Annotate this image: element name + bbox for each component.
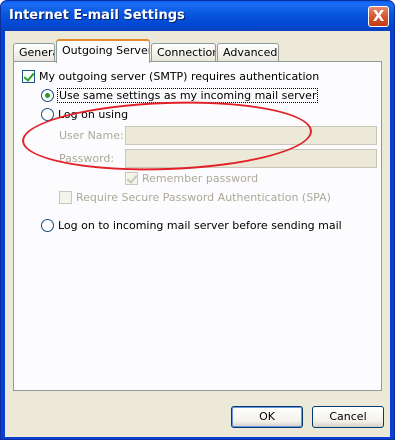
window-title: Internet E-mail Settings <box>9 8 185 23</box>
tab-outgoing-server[interactable]: Outgoing Server <box>56 39 150 63</box>
require-spa-label: Require Secure Password Authentication (… <box>76 191 331 204</box>
tab-connection[interactable]: Connection <box>151 43 216 62</box>
password-label: Password: <box>59 152 115 165</box>
log-on-using-label: Log on using <box>58 108 129 121</box>
same-settings-row[interactable]: Use same settings as my incoming mail se… <box>41 88 319 103</box>
log-on-incoming-radio[interactable] <box>41 219 54 232</box>
requires-auth-checkbox[interactable] <box>22 70 35 83</box>
log-on-incoming-row[interactable]: Log on to incoming mail server before se… <box>41 219 342 232</box>
cancel-button[interactable]: Cancel <box>312 406 384 428</box>
close-button[interactable]: X <box>368 6 389 27</box>
user-name-field[interactable] <box>125 126 377 145</box>
dialog-window: Internet E-mail Settings X General Outgo… <box>0 0 395 440</box>
password-field[interactable] <box>125 149 377 168</box>
outgoing-server-panel: My outgoing server (SMTP) requires authe… <box>13 61 382 391</box>
close-icon: X <box>372 7 385 25</box>
requires-auth-row[interactable]: My outgoing server (SMTP) requires authe… <box>22 70 319 83</box>
log-on-incoming-label: Log on to incoming mail server before se… <box>58 219 342 232</box>
title-bar[interactable]: Internet E-mail Settings X <box>1 1 394 31</box>
remember-password-label: Remember password <box>142 172 259 185</box>
tab-general[interactable]: General <box>13 43 55 62</box>
requires-auth-label: My outgoing server (SMTP) requires authe… <box>39 70 320 83</box>
remember-password-row[interactable]: Remember password <box>125 172 258 185</box>
ok-button[interactable]: OK <box>231 406 303 428</box>
dialog-client: General Outgoing Server Connection Advan… <box>5 31 390 437</box>
user-name-label: User Name: <box>59 129 124 142</box>
tab-advanced[interactable]: Advanced <box>217 43 279 62</box>
same-settings-label: Use same settings as my incoming mail se… <box>56 88 319 103</box>
require-spa-row[interactable]: Require Secure Password Authentication (… <box>59 191 331 204</box>
log-on-using-row[interactable]: Log on using <box>41 108 128 121</box>
remember-password-checkbox[interactable] <box>125 172 138 185</box>
log-on-using-radio[interactable] <box>41 108 54 121</box>
require-spa-checkbox[interactable] <box>59 191 72 204</box>
same-settings-radio[interactable] <box>41 89 54 102</box>
